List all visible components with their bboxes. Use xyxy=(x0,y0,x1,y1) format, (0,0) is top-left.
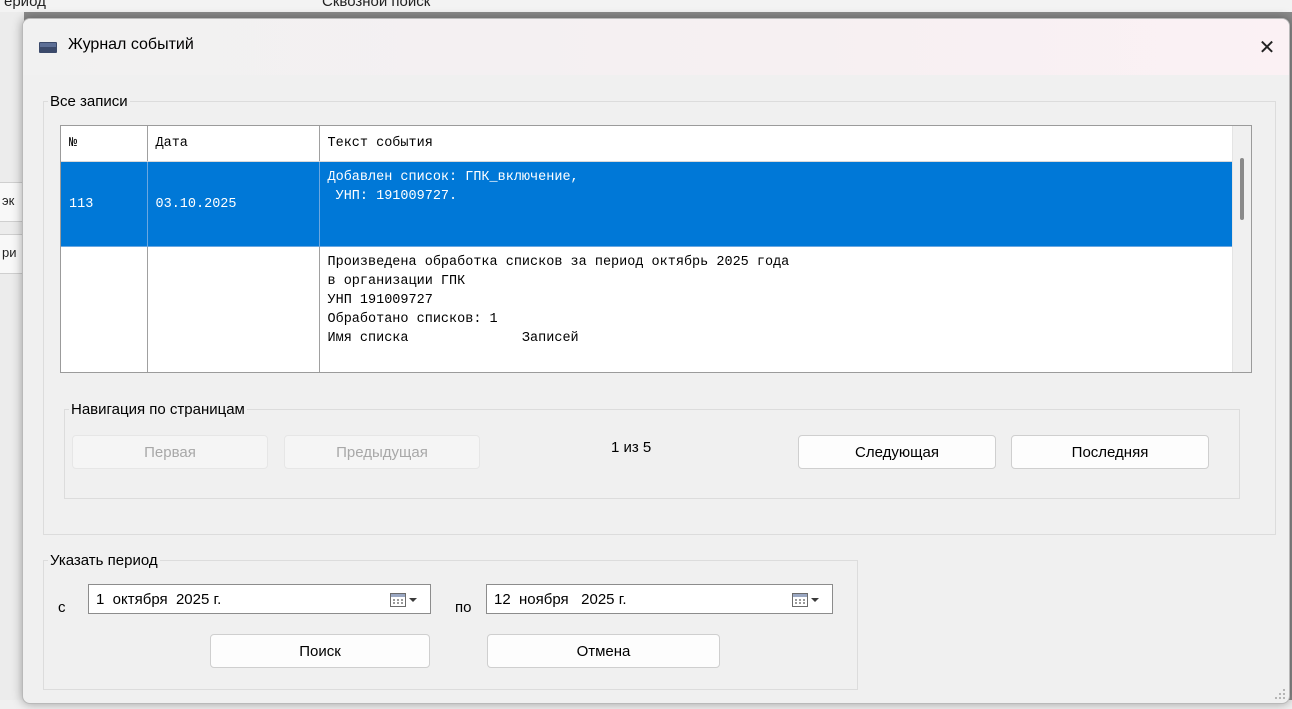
all-records-label: Все записи xyxy=(50,93,128,110)
scrollbar-thumb[interactable] xyxy=(1240,158,1244,220)
calendar-dropdown-icon[interactable] xyxy=(792,592,826,608)
background-window-top: ериод Сквозной поиск xyxy=(0,0,1292,12)
cell-number: 113 xyxy=(61,161,148,247)
table-header-row: № Дата Текст события xyxy=(61,126,1233,162)
resize-grip-icon[interactable] xyxy=(1274,688,1286,700)
vertical-scrollbar[interactable] xyxy=(1232,126,1251,372)
events-table[interactable]: № Дата Текст события 113 03.10.2025 Доба… xyxy=(60,125,1252,373)
close-button[interactable]: ✕ xyxy=(1245,19,1289,75)
page-navigation-label: Навигация по страницам xyxy=(71,401,245,418)
event-log-dialog: Журнал событий ✕ Все записи № Дата Текст… xyxy=(22,18,1290,704)
cell-date xyxy=(147,246,320,372)
background-search-label: Сквозной поиск xyxy=(322,0,431,10)
period-label: Указать период xyxy=(50,552,158,569)
to-label: по xyxy=(455,599,472,616)
from-label: с xyxy=(58,599,66,616)
calendar-dropdown-icon[interactable] xyxy=(390,592,424,608)
next-page-button[interactable]: Следующая xyxy=(798,435,996,469)
background-cell: эк xyxy=(0,182,24,222)
column-header-number[interactable]: № xyxy=(61,126,148,162)
period-group: Указать период xyxy=(43,552,858,690)
from-date-value: 1 октября 2025 г. xyxy=(96,590,222,608)
from-date-picker[interactable]: 1 октября 2025 г. xyxy=(88,584,431,614)
previous-page-button[interactable]: Предыдущая xyxy=(284,435,480,469)
cell-number xyxy=(61,246,148,372)
window-title: Журнал событий xyxy=(68,36,194,53)
to-date-picker[interactable]: 12 ноября 2025 г. xyxy=(486,584,833,614)
cell-event-text: Произведена обработка списков за период … xyxy=(319,246,1233,372)
cancel-button[interactable]: Отмена xyxy=(487,634,720,668)
background-period-label: ериод xyxy=(4,0,46,10)
title-bar[interactable]: Журнал событий ✕ xyxy=(23,19,1289,75)
table-row[interactable]: 113 03.10.2025 Добавлен список: ГПК_вклю… xyxy=(61,161,1233,247)
app-icon xyxy=(39,42,57,53)
background-cell: ри xyxy=(0,234,24,274)
first-page-button[interactable]: Первая xyxy=(72,435,268,469)
last-page-button[interactable]: Последняя xyxy=(1011,435,1209,469)
to-date-value: 12 ноября 2025 г. xyxy=(494,590,627,608)
cell-date: 03.10.2025 xyxy=(147,161,320,247)
column-header-date[interactable]: Дата xyxy=(147,126,320,162)
search-button[interactable]: Поиск xyxy=(210,634,430,668)
cell-event-text: Добавлен список: ГПК_включение, УНП: 191… xyxy=(319,161,1233,247)
background-window-left: эк ри xyxy=(0,12,24,709)
close-icon: ✕ xyxy=(1258,36,1276,59)
column-header-text[interactable]: Текст события xyxy=(319,126,1233,162)
table-row[interactable]: Произведена обработка списков за период … xyxy=(61,246,1233,372)
page-indicator: 1 из 5 xyxy=(611,439,652,456)
